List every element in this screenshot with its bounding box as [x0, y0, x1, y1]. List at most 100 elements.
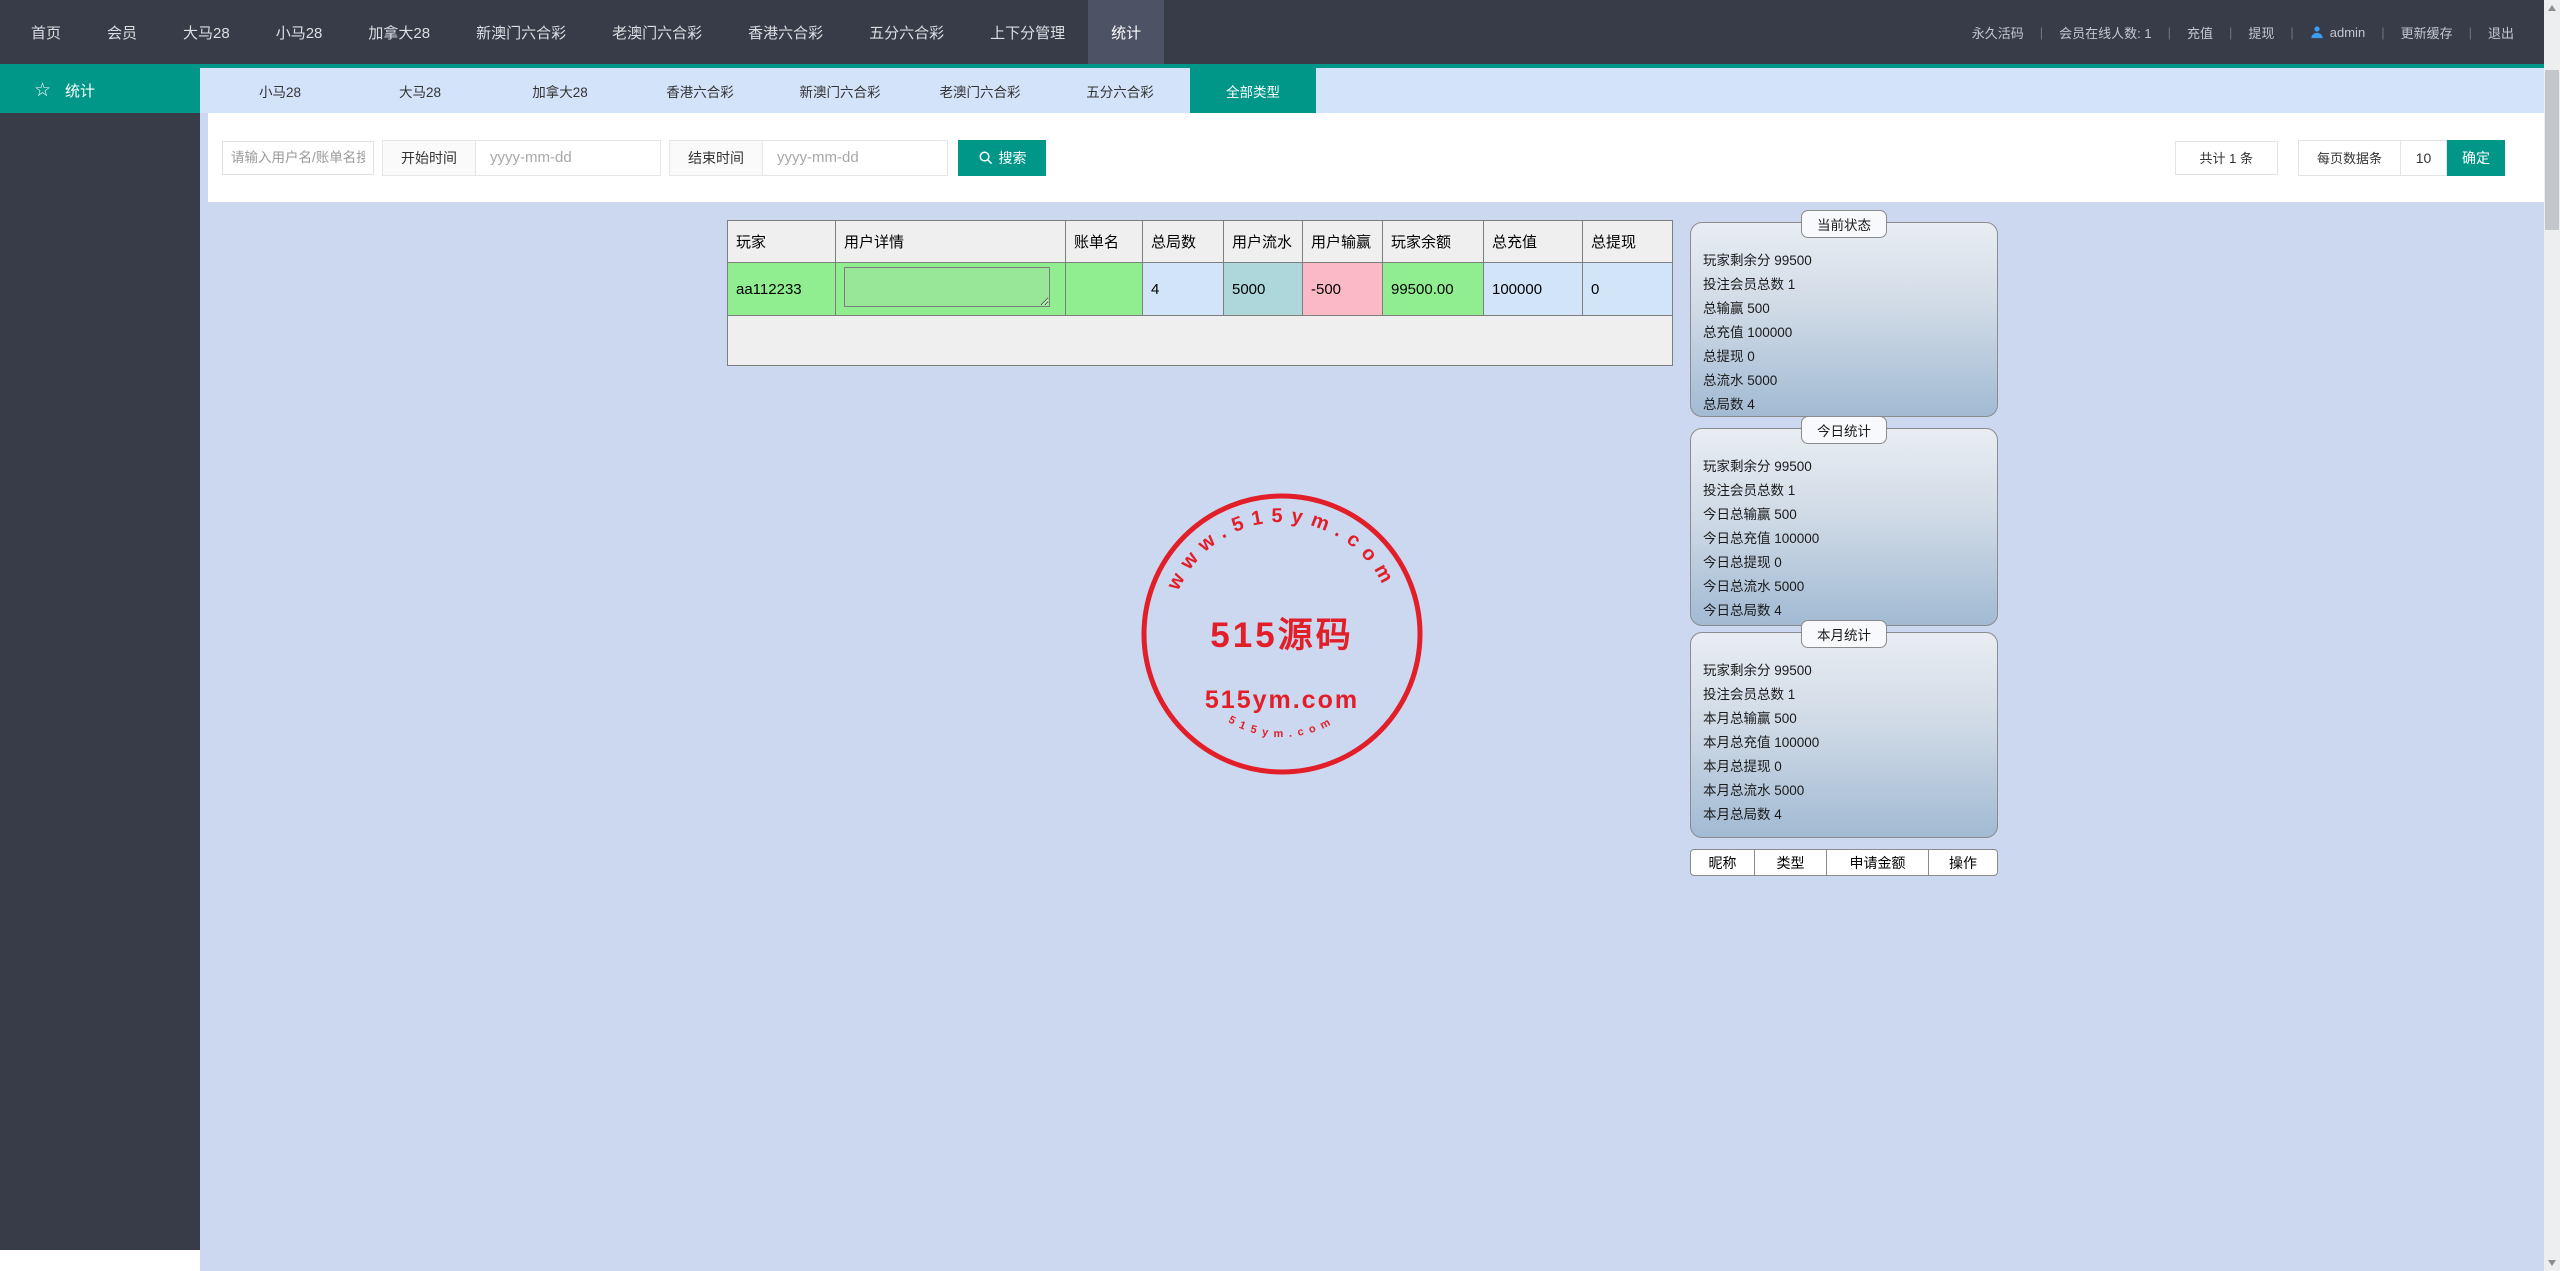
nav-item-old-macau[interactable]: 老澳门六合彩 — [589, 0, 725, 64]
stat-line: 投注会员总数 1 — [1703, 687, 1796, 702]
user-icon — [2311, 26, 2323, 39]
col-player-balance: 玩家余额 — [1382, 220, 1484, 263]
table-footer-row — [727, 315, 1673, 366]
refresh-cache-link[interactable]: 更新缓存 — [2399, 23, 2455, 42]
cell-total-recharge: 100000 — [1483, 262, 1583, 316]
mini-col-nickname: 昵称 — [1691, 850, 1755, 875]
panel-today-stats: 今日统计 玩家剩余分 99500 投注会员总数 1 今日总输赢 500 今日总充… — [1690, 416, 1998, 626]
perma-code-link[interactable]: 永久活码 — [1970, 23, 2026, 42]
nav-item-dama28[interactable]: 大马28 — [160, 0, 253, 64]
tab-wufen[interactable]: 五分六合彩 — [1050, 68, 1190, 113]
user-detail-textarea[interactable] — [844, 267, 1050, 307]
keyword-search-input[interactable] — [222, 140, 374, 175]
stat-line: 总局数 4 — [1703, 397, 1755, 412]
nav-item-statistics[interactable]: 统计 — [1088, 0, 1165, 64]
game-type-tabs: 小马28 大马28 加拿大28 香港六合彩 新澳门六合彩 老澳门六合彩 五分六合… — [200, 68, 2560, 113]
col-total-recharge: 总充值 — [1483, 220, 1583, 263]
end-time-label[interactable]: 结束时间 — [669, 139, 763, 176]
recharge-link[interactable]: 充值 — [2185, 23, 2215, 42]
start-date-input[interactable] — [476, 139, 661, 176]
separator: | — [2468, 24, 2472, 40]
nav-item-wufen[interactable]: 五分六合彩 — [846, 0, 967, 64]
nav-item-home[interactable]: 首页 — [8, 0, 84, 64]
header-right: 永久活码 | 会员在线人数: 1 | 充值 | 提现 | admin | 更新缓… — [1970, 0, 2560, 64]
pager-controls: 共计 1 条 每页数据条 确定 — [2174, 139, 2560, 176]
stat-line: 本月总提现 0 — [1703, 759, 1782, 774]
cell-player: aa112233 — [727, 262, 836, 316]
search-button-label: 搜索 — [998, 149, 1027, 166]
stat-line: 总输赢 500 — [1703, 301, 1770, 316]
end-date-group: 结束时间 — [669, 139, 948, 176]
cell-bill-name — [1065, 262, 1143, 316]
nav-item-updown-manage[interactable]: 上下分管理 — [967, 0, 1088, 64]
request-table-header: 昵称 类型 申请金额 操作 — [1690, 849, 1998, 876]
nav-item-canada28[interactable]: 加拿大28 — [345, 0, 453, 64]
stat-line: 今日总输赢 500 — [1703, 507, 1797, 522]
nav-item-hongkong[interactable]: 香港六合彩 — [725, 0, 846, 64]
tab-hongkong[interactable]: 香港六合彩 — [630, 68, 770, 113]
withdraw-link[interactable]: 提现 — [2246, 23, 2276, 42]
search-icon — [979, 151, 992, 165]
stat-line: 本月总输赢 500 — [1703, 711, 1797, 726]
separator: | — [2228, 24, 2233, 40]
cell-user-winloss: -500 — [1302, 262, 1383, 316]
panel-body: 玩家剩余分 99500 投注会员总数 1 总输赢 500 总充值 100000 … — [1691, 223, 1997, 417]
stat-line: 玩家剩余分 99500 — [1703, 459, 1812, 474]
panel-month-stats: 本月统计 玩家剩余分 99500 投注会员总数 1 本月总输赢 500 本月总充… — [1690, 620, 1998, 838]
sidebar-item-statistics[interactable]: ☆ 统计 — [0, 68, 200, 113]
scroll-down-button[interactable] — [2544, 1255, 2560, 1271]
nav-item-new-macau[interactable]: 新澳门六合彩 — [453, 0, 589, 64]
search-toolbar: 开始时间 结束时间 搜索 共计 1 条 每页数据条 确定 — [208, 113, 2560, 202]
search-button[interactable]: 搜索 — [958, 139, 1046, 176]
vertical-scrollbar[interactable] — [2544, 0, 2560, 1271]
cell-user-flow: 5000 — [1223, 262, 1303, 316]
stat-line: 总充值 100000 — [1703, 325, 1793, 340]
stat-line: 投注会员总数 1 — [1703, 277, 1796, 292]
tab-all-types[interactable]: 全部类型 — [1190, 68, 1316, 113]
per-page-input[interactable] — [2401, 139, 2447, 176]
app-root: 首页 会员 大马28 小马28 加拿大28 新澳门六合彩 老澳门六合彩 香港六合… — [0, 0, 2560, 1271]
scrollbar-thumb[interactable] — [2545, 70, 2559, 230]
start-time-label[interactable]: 开始时间 — [382, 139, 476, 176]
cell-total-rounds: 4 — [1142, 262, 1224, 316]
tab-new-macau[interactable]: 新澳门六合彩 — [770, 68, 910, 113]
tab-canada28[interactable]: 加拿大28 — [490, 68, 630, 113]
separator: | — [2039, 24, 2044, 40]
stat-line: 本月总充值 100000 — [1703, 735, 1820, 750]
stat-line: 玩家剩余分 99500 — [1703, 663, 1812, 678]
cell-user-detail — [835, 262, 1066, 316]
col-total-rounds: 总局数 — [1142, 220, 1224, 263]
admin-account-link[interactable]: admin — [2308, 25, 2367, 40]
col-user-detail: 用户详情 — [835, 220, 1066, 263]
logout-link[interactable]: 退出 — [2486, 23, 2516, 42]
stat-line: 今日总流水 5000 — [1703, 579, 1805, 594]
panel-body: 玩家剩余分 99500 投注会员总数 1 今日总输赢 500 今日总充值 100… — [1691, 429, 1997, 623]
table-row: aa112233 4 5000 -500 99500.00 100000 0 — [727, 262, 1673, 316]
col-player: 玩家 — [727, 220, 836, 263]
footer-empty-cell — [727, 315, 1673, 366]
scroll-up-button[interactable] — [2544, 0, 2560, 16]
sidebar: ☆ 统计 — [0, 68, 200, 1250]
separator: | — [2167, 24, 2171, 40]
mini-col-amount: 申请金额 — [1827, 850, 1929, 875]
panel-title: 今日统计 — [1801, 416, 1887, 444]
tab-xiaoma28[interactable]: 小马28 — [210, 68, 350, 113]
top-header: 首页 会员 大马28 小马28 加拿大28 新澳门六合彩 老澳门六合彩 香港六合… — [0, 0, 2560, 64]
separator: | — [2290, 24, 2294, 40]
panel-current-status: 当前状态 玩家剩余分 99500 投注会员总数 1 总输赢 500 总充值 10… — [1690, 210, 1998, 417]
tab-old-macau[interactable]: 老澳门六合彩 — [910, 68, 1050, 113]
confirm-button[interactable]: 确定 — [2447, 139, 2505, 176]
stat-line: 总流水 5000 — [1703, 373, 1778, 388]
start-date-group: 开始时间 — [382, 139, 661, 176]
end-date-input[interactable] — [763, 139, 948, 176]
online-count-text: 会员在线人数: 1 — [2059, 25, 2152, 41]
sidebar-item-label: 统计 — [65, 83, 96, 100]
per-page-group: 每页数据条 确定 — [2297, 139, 2505, 176]
nav-item-members[interactable]: 会员 — [84, 0, 160, 64]
tab-dama28[interactable]: 大马28 — [350, 68, 490, 113]
stat-line: 今日总充值 100000 — [1703, 531, 1820, 546]
nav-item-xiaoma28[interactable]: 小马28 — [253, 0, 346, 64]
panel-title: 本月统计 — [1801, 620, 1887, 648]
stat-line: 玩家剩余分 99500 — [1703, 253, 1812, 268]
main-nav: 首页 会员 大马28 小马28 加拿大28 新澳门六合彩 老澳门六合彩 香港六合… — [0, 0, 1165, 64]
